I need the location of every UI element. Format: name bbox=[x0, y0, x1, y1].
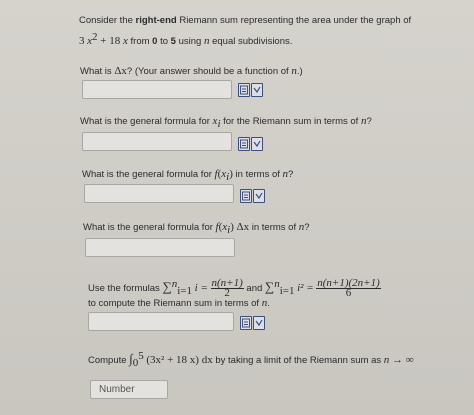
formula-hint: Use the formulas ∑ni=1 i = n(n+1) 2 and ∑… bbox=[88, 277, 381, 300]
preview-icon[interactable] bbox=[240, 189, 252, 203]
integral-input[interactable]: Number bbox=[90, 380, 168, 399]
preview-icon[interactable] bbox=[238, 137, 250, 151]
answer-icons bbox=[240, 316, 266, 330]
f-x-i-input[interactable] bbox=[84, 184, 234, 203]
help-icon[interactable] bbox=[253, 316, 265, 330]
sum1-fraction: n(n+1) 2 bbox=[210, 277, 244, 300]
formula-hint-line-2: to compute the Riemann sum in terms of n… bbox=[88, 297, 270, 309]
answer-icons bbox=[238, 137, 264, 151]
f-x-i-delta-x-input[interactable] bbox=[85, 238, 235, 257]
preview-icon[interactable] bbox=[240, 316, 252, 330]
x-i-input[interactable] bbox=[82, 132, 232, 151]
question-x-i: What is the general formula for xi for t… bbox=[80, 115, 372, 130]
compute-prompt: Compute ∫05 (3x² + 18 x) dx by taking a … bbox=[88, 350, 414, 370]
problem-page: Consider the right-end Riemann sum repre… bbox=[0, 0, 474, 415]
sum2-fraction: n(n+1)(2n+1) 6 bbox=[316, 277, 381, 300]
help-icon[interactable] bbox=[253, 189, 265, 203]
preview-icon[interactable] bbox=[238, 83, 250, 97]
answer-icons bbox=[240, 189, 266, 203]
question-delta-x: What is Δx? (Your answer should be a fun… bbox=[80, 65, 303, 77]
question-f-x-i-delta-x: What is the general formula for f(xi) Δx… bbox=[83, 221, 310, 236]
help-icon[interactable] bbox=[251, 83, 263, 97]
intro-line-1: Consider the right-end Riemann sum repre… bbox=[79, 15, 412, 26]
help-icon[interactable] bbox=[251, 137, 263, 151]
question-f-x-i: What is the general formula for f(xi) in… bbox=[82, 168, 294, 183]
delta-x-input[interactable] bbox=[82, 80, 232, 99]
intro-line-2: 3 x2 + 18 x from 0 to 5 using n equal su… bbox=[79, 31, 293, 48]
answer-icons bbox=[238, 83, 264, 97]
riemann-sum-input[interactable] bbox=[88, 312, 234, 331]
